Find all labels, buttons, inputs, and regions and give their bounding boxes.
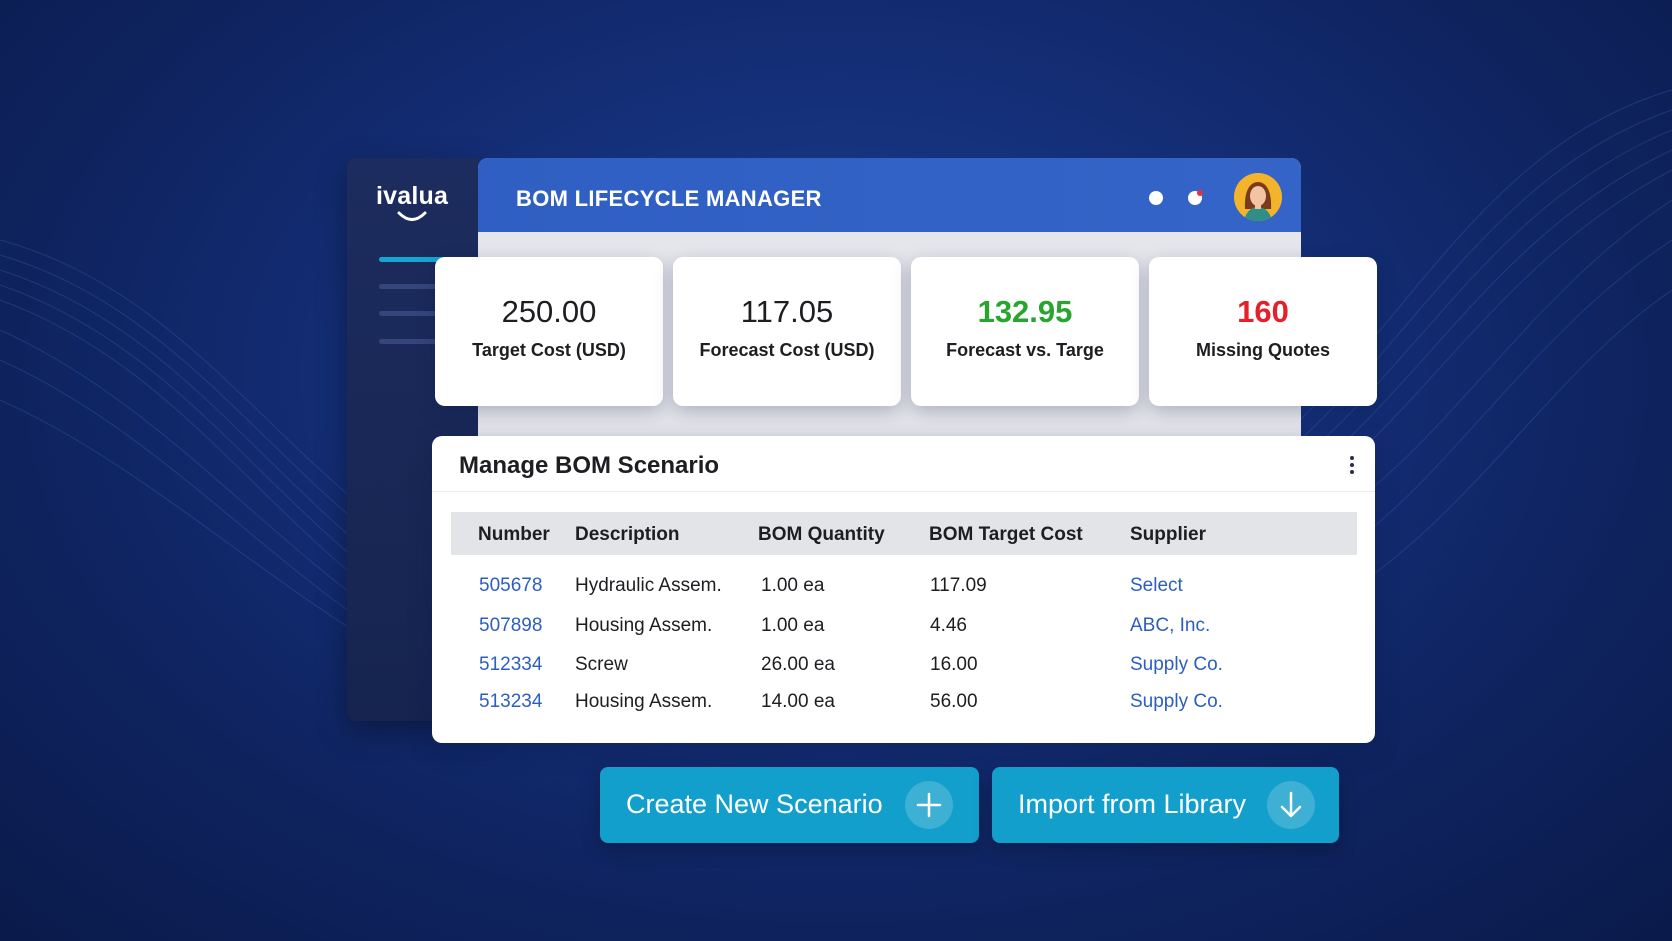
kpi-label: Target Cost (USD)	[472, 340, 626, 360]
description-cell: Housing Assem.	[575, 691, 713, 712]
part-number-link[interactable]: 513234	[479, 691, 542, 713]
target-cost-cell: 16.00	[930, 654, 978, 675]
kpi-card-forecast-vs-target: 132.95 Forecast vs. Targe	[911, 257, 1139, 406]
more-options-icon[interactable]	[1349, 456, 1355, 476]
brand-logo: ivalua	[376, 182, 449, 210]
table-row[interactable]: 513234 Housing Assem. 14.00 ea 56.00 Sup…	[432, 691, 1375, 725]
part-number-link[interactable]: 512334	[479, 654, 542, 676]
create-new-scenario-button[interactable]: Create New Scenario	[600, 767, 979, 843]
kpi-label: Forecast Cost (USD)	[699, 340, 875, 360]
divider	[432, 491, 1375, 492]
kpi-label: Missing Quotes	[1195, 340, 1330, 360]
nav-item[interactable]	[379, 284, 439, 289]
part-number-link[interactable]: 505678	[479, 575, 542, 597]
table-row[interactable]: 507898 Housing Assem. 1.00 ea 4.46 ABC, …	[432, 615, 1375, 649]
column-header-description[interactable]: Description	[575, 524, 680, 546]
table-row[interactable]: 512334 Screw 26.00 ea 16.00 Supply Co.	[432, 654, 1375, 688]
nav-item[interactable]	[379, 339, 439, 344]
page-title: BOM LIFECYCLE MANAGER	[516, 186, 822, 211]
avatar[interactable]	[1234, 173, 1282, 221]
title-bar: BOM LIFECYCLE MANAGER	[478, 158, 1301, 232]
supplier-link[interactable]: Select	[1130, 575, 1183, 597]
target-cost-cell: 117.09	[930, 575, 987, 596]
quantity-cell: 1.00 ea	[761, 615, 825, 636]
description-cell: Screw	[575, 654, 628, 675]
column-header-number[interactable]: Number	[478, 524, 550, 546]
kpi-card-forecast-cost: 117.05 Forecast Cost (USD)	[673, 257, 901, 406]
import-from-library-button[interactable]: Import from Library	[992, 767, 1339, 843]
bom-scenario-panel: Manage BOM Scenario Number Description B…	[432, 436, 1375, 743]
supplier-link[interactable]: Supply Co.	[1130, 691, 1223, 713]
table-header: Number Description BOM Quantity BOM Targ…	[451, 512, 1357, 555]
kpi-value: 250.00	[501, 294, 597, 329]
kpi-card-missing-quotes: 160 Missing Quotes	[1149, 257, 1377, 406]
quantity-cell: 14.00 ea	[761, 691, 835, 712]
target-cost-cell: 56.00	[930, 691, 978, 712]
notification-badge	[1197, 190, 1203, 196]
panel-title: Manage BOM Scenario	[459, 452, 720, 479]
description-cell: Hydraulic Assem.	[575, 575, 722, 596]
create-new-scenario-label: Create New Scenario	[626, 789, 883, 819]
quantity-cell: 1.00 ea	[761, 575, 825, 596]
part-number-link[interactable]: 507898	[479, 615, 542, 637]
kpi-value: 132.95	[977, 294, 1073, 329]
target-cost-cell: 4.46	[930, 615, 967, 636]
plus-icon	[905, 781, 953, 829]
import-from-library-label: Import from Library	[1018, 789, 1247, 819]
column-header-bom-quantity[interactable]: BOM Quantity	[758, 524, 885, 546]
column-header-supplier[interactable]: Supplier	[1130, 524, 1206, 546]
supplier-link[interactable]: ABC, Inc.	[1130, 615, 1210, 637]
kpi-value: 160	[1237, 294, 1289, 329]
arrow-down-icon	[1267, 781, 1315, 829]
kpi-value: 117.05	[740, 294, 834, 329]
nav-item[interactable]	[379, 311, 439, 316]
description-cell: Housing Assem.	[575, 615, 713, 636]
column-header-bom-target-cost[interactable]: BOM Target Cost	[929, 524, 1083, 546]
user-avatar-icon	[1234, 173, 1282, 221]
status-dot-icon[interactable]	[1149, 191, 1163, 205]
supplier-link[interactable]: Supply Co.	[1130, 654, 1223, 676]
notification-icon[interactable]	[1188, 190, 1203, 205]
logo-smile-icon	[397, 211, 427, 221]
quantity-cell: 26.00 ea	[761, 654, 835, 675]
kpi-label: Forecast vs. Targe	[946, 340, 1104, 360]
table-row[interactable]: 505678 Hydraulic Assem. 1.00 ea 117.09 S…	[432, 575, 1375, 609]
kpi-card-target-cost: 250.00 Target Cost (USD)	[435, 257, 663, 406]
